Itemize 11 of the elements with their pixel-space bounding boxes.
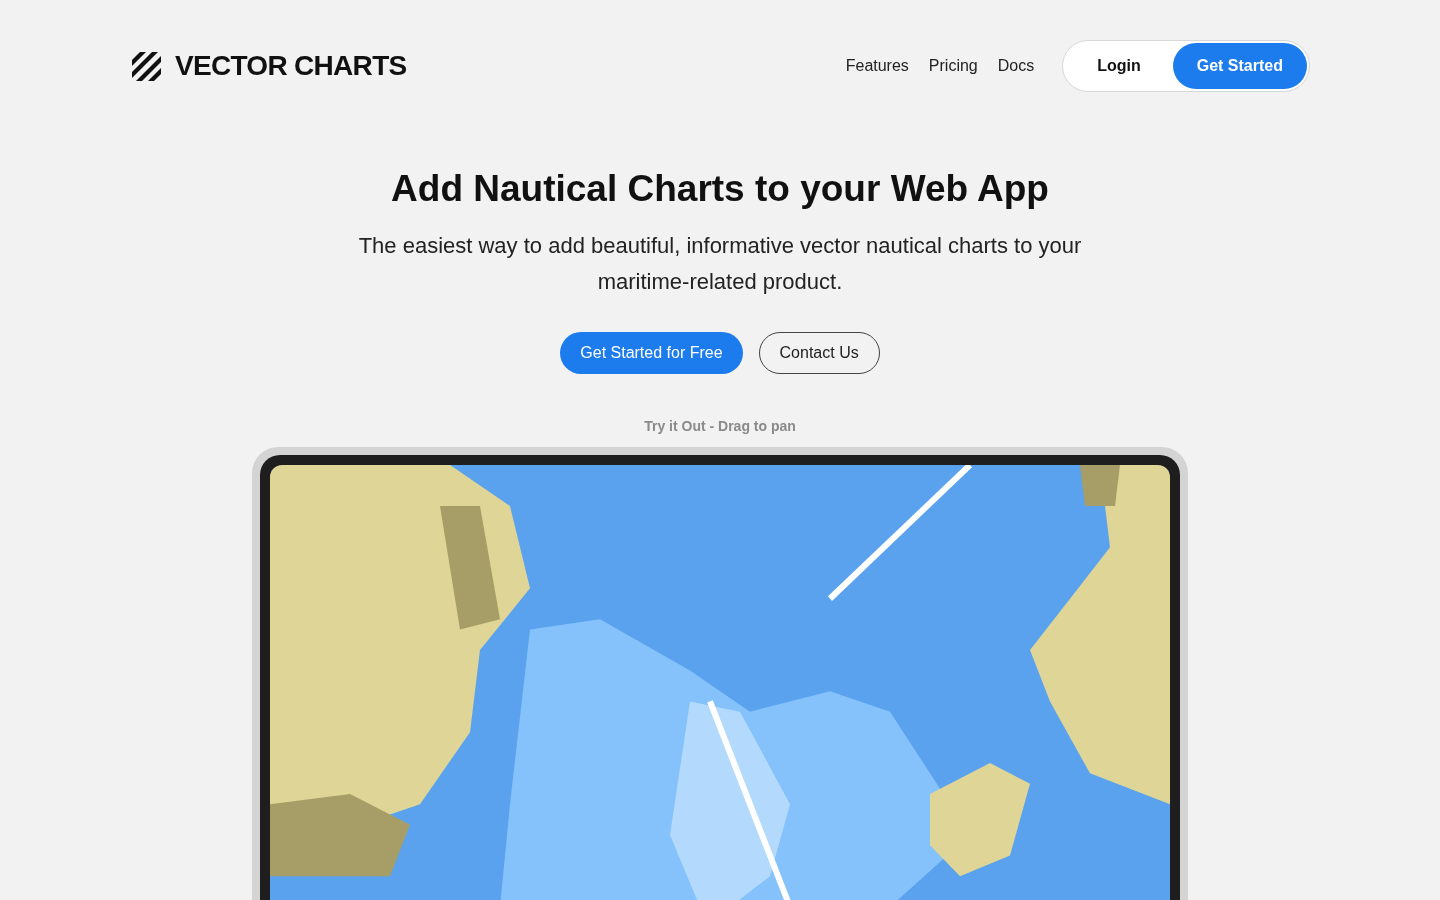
get-started-free-button[interactable]: Get Started for Free xyxy=(560,332,743,375)
brand-name: VECTOR CHARTS xyxy=(175,49,407,83)
nav-link[interactable]: Pricing xyxy=(928,54,978,78)
hero-title: Add Nautical Charts to your Web App xyxy=(391,167,1049,211)
hero-subtitle: The easiest way to add beautiful, informative vector nautical charts to your maritime-related product. xyxy=(357,232,1083,297)
nav-link[interactable]: Features xyxy=(845,54,909,78)
get-started-button[interactable]: Get Started xyxy=(1172,43,1307,89)
logo-icon xyxy=(130,49,163,83)
demo-caption: Try it Out - Drag to pan xyxy=(644,417,796,437)
login-button[interactable]: Login xyxy=(1065,43,1173,89)
nav-link[interactable]: Docs xyxy=(997,54,1035,78)
